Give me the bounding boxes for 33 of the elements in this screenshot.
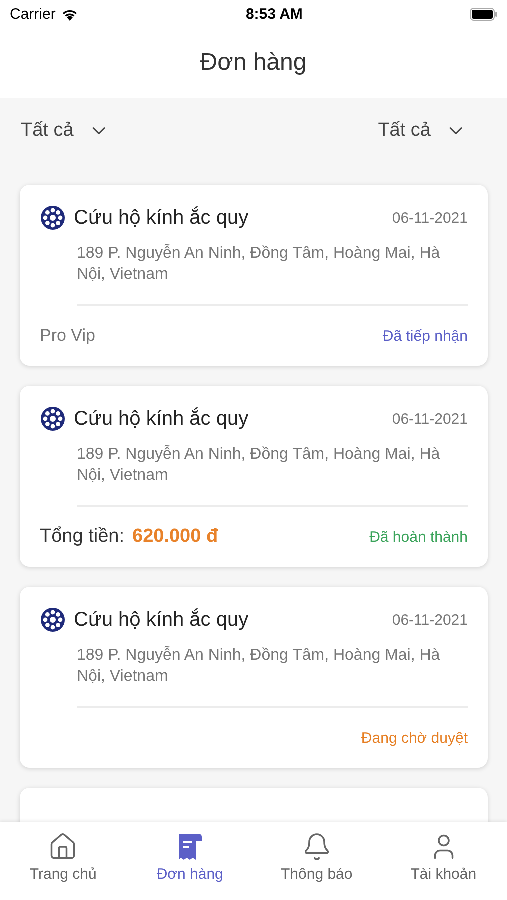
total-label: Tổng tiền: <box>40 526 124 548</box>
order-status: Đang chờ duyệt <box>361 730 468 746</box>
tab-bar-item[interactable]: Trang chủ <box>0 822 127 900</box>
order-date: 06-11-2021 <box>392 612 468 628</box>
battery-icon <box>470 8 498 20</box>
order-date: 06-11-2021 <box>392 210 468 226</box>
order-address: 189 P. Nguyễn An Ninh, Đồng Tâm, Hoàng Mai, Hà Nội, Vietnam <box>77 243 468 306</box>
order-card[interactable]: Cứu hộ kính ắc quy 06-11-2021 189 P. Nguyễn An Ninh, Đồng Tâm, Hoàng Mai, Hà Nội, Vietnam Đang chờ duyệt <box>20 587 488 768</box>
service-title: Cứu hộ kính ắc quy <box>74 408 250 430</box>
tab-bar-item[interactable]: Đơn hàng <box>126 822 254 900</box>
receipt-icon <box>176 832 204 862</box>
order-status: Đã tiếp nhận <box>382 328 468 344</box>
filter-dropdown[interactable]: Tất cả <box>378 118 467 144</box>
order-card[interactable]: Cứu hộ kính ắc quy 06-11-2021 189 P. Nguyễn An Ninh, Đồng Tâm, Hoàng Mai, Hà Nội, Vietnam Pro Vip Đã tiếp nhận <box>20 185 488 366</box>
tire-icon <box>40 205 66 231</box>
order-address: 189 P. Nguyễn An Ninh, Đồng Tâm, Hoàng Mai, Hà Nội, Vietnam <box>77 645 468 708</box>
tire-icon <box>40 607 66 633</box>
total-amount: 620.000 đ <box>132 526 218 548</box>
filter-dropdown[interactable]: Tất cả <box>21 118 110 144</box>
order-status: Đã hoàn thành <box>370 528 468 546</box>
carrier-label: Carrier <box>10 6 56 22</box>
plan-label: Pro Vip <box>40 326 96 346</box>
wifi-icon <box>60 8 79 20</box>
tab-bar-item[interactable]: Thông báo <box>254 822 380 900</box>
page-title: Đơn hàng <box>199 48 308 78</box>
order-address: 189 P. Nguyễn An Ninh, Đồng Tâm, Hoàng Mai, Hà Nội, Vietnam <box>77 444 468 507</box>
service-title: Cứu hộ kính ắc quy <box>74 608 250 632</box>
tab-bar-item[interactable]: Tài khoản <box>380 822 507 900</box>
service-title: Cứu hộ kính ắc quy <box>74 206 250 230</box>
order-date: 06-11-2021 <box>392 410 468 428</box>
order-card[interactable]: Cứu hộ kính ắc quy 06-11-2021 189 P. Nguyễn An Ninh, Đồng Tâm, Hoàng Mai, Hà Nội, Vietnam Tổng tiền: 620.000 đ Đã hoàn thành <box>20 386 488 567</box>
clock-time: 8:53 AM <box>246 6 303 22</box>
tire-icon <box>40 406 66 432</box>
